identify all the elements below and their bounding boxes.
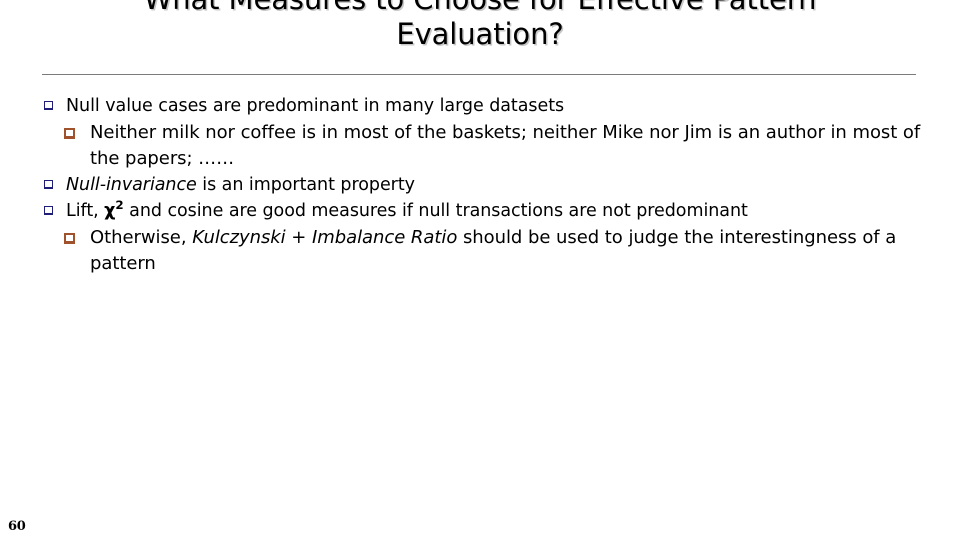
list-item: Null-invariance is an important property [0, 173, 960, 197]
chi-exponent: 2 [115, 198, 124, 213]
page-title: What Measures to Choose for Effective Pa… [144, 0, 817, 51]
bullet-square-icon [44, 101, 53, 110]
list-item-label: Otherwise, Kulczynski + Imbalance Ratio … [90, 225, 946, 276]
list-item-label: Neither milk nor coffee is in most of th… [90, 122, 921, 169]
list-item-label: Null value cases are predominant in many… [66, 96, 565, 116]
list-item-text-before: Otherwise, [90, 227, 193, 248]
bullet-square-icon [64, 128, 75, 139]
list-item-label: Null-invariance is an important property [66, 173, 415, 197]
bullet-square-icon [44, 180, 53, 189]
chi-symbol: χ2 [104, 198, 124, 221]
bullet-square-icon [44, 206, 53, 215]
bullet-square-icon [64, 233, 75, 244]
list-item: Neither milk nor coffee is in most of th… [0, 120, 960, 171]
chi-glyph: χ [104, 201, 116, 221]
list-item-text-after: is an important property [196, 175, 415, 195]
list-item-text-before: Lift, [66, 201, 105, 221]
list-item-label: Lift, χ2 and cosine are good measures if… [66, 199, 748, 223]
list-item: Otherwise, Kulczynski + Imbalance Ratio … [0, 225, 960, 276]
list-item: Null value cases are predominant in many… [0, 94, 960, 118]
page-number: 60 [8, 519, 26, 534]
list-item-text-after: and cosine are good measures if null tra… [123, 201, 748, 221]
title-divider [42, 74, 916, 75]
emphasis-term: Kulczynski + Imbalance Ratio [192, 227, 458, 248]
list-item: Lift, χ2 and cosine are good measures if… [0, 199, 960, 223]
emphasis-term: Null-invariance [66, 175, 197, 195]
bullet-list: Null value cases are predominant in many… [0, 94, 960, 278]
